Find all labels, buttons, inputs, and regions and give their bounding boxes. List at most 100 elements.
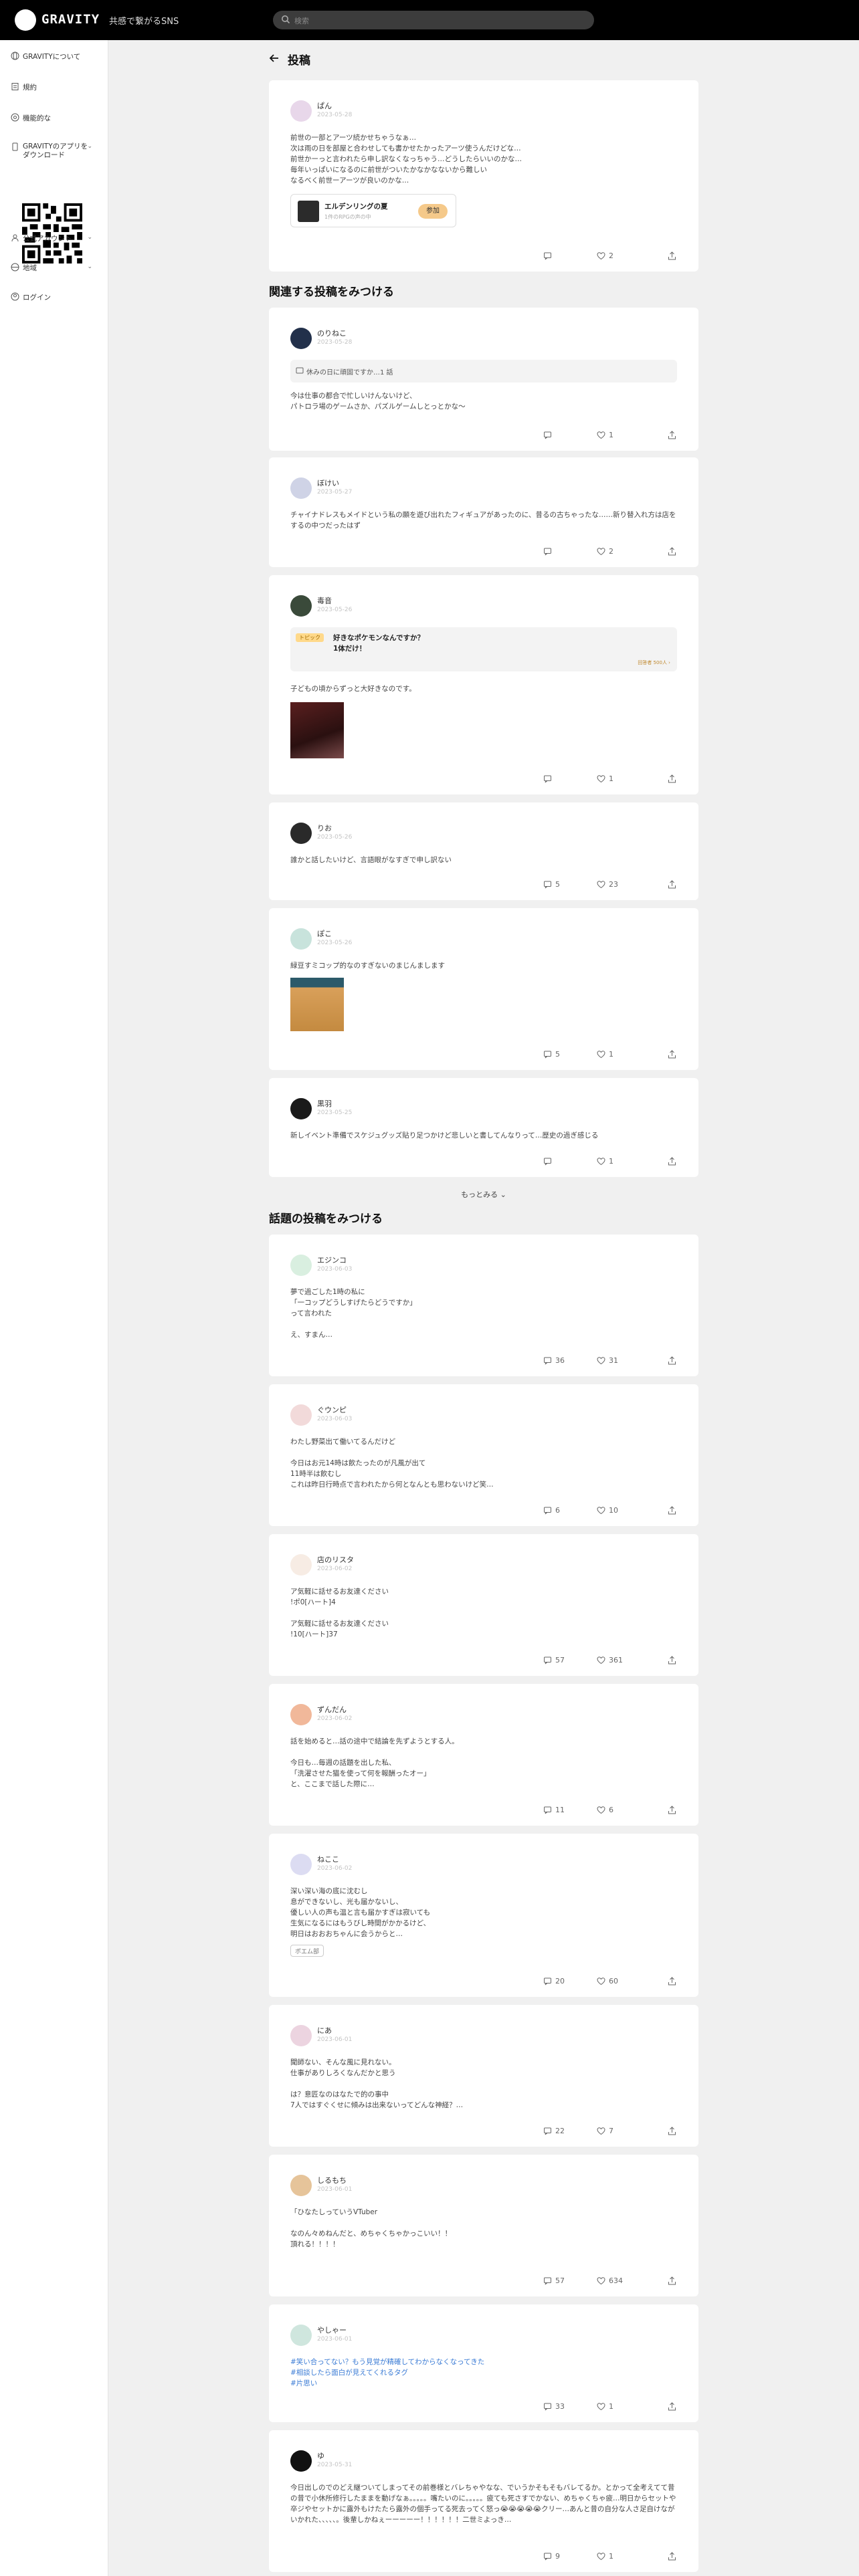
- main-post-card[interactable]: ぱん 2023-05-28 前世の一部とアーツ続かせちゃうなぁ… 次は雨の日を部…: [269, 80, 698, 272]
- post-image[interactable]: [290, 978, 344, 1031]
- share-button[interactable]: [668, 1653, 676, 1667]
- like-button[interactable]: 1: [597, 2549, 613, 2563]
- comment-button[interactable]: [543, 1154, 555, 1168]
- like-button[interactable]: 10: [597, 1503, 618, 1517]
- share-button[interactable]: [668, 1154, 676, 1168]
- logo-icon[interactable]: [15, 9, 36, 31]
- share-button[interactable]: [668, 772, 676, 785]
- tag-pill[interactable]: ポエム部: [290, 1945, 324, 1957]
- avatar[interactable]: [290, 477, 312, 499]
- like-button[interactable]: 1: [597, 1154, 613, 1168]
- post-username[interactable]: エジンコ: [317, 1255, 347, 1265]
- sidebar-item-region[interactable]: 地域 ⌄: [0, 258, 108, 277]
- post-username[interactable]: ずんだん: [317, 1704, 347, 1715]
- like-button[interactable]: 361: [597, 1653, 623, 1667]
- post-card[interactable]: ゆ 2023-05-31 今日出しのでのどえ継ついてしまってその前巻様とバレちゃ…: [269, 2430, 698, 2572]
- avatar[interactable]: [290, 2025, 312, 2046]
- post-card[interactable]: やしゃー 2023-06-01 #笑い合ってない？もう見覚が精確してわからなくな…: [269, 2304, 698, 2422]
- share-button[interactable]: [668, 1974, 676, 1988]
- avatar[interactable]: [290, 100, 312, 122]
- post-card[interactable]: 店のリスタ 2023-06-02 ア気軽に話せるお友達ください !ポ0[ハート]…: [269, 1534, 698, 1676]
- share-button[interactable]: [668, 1803, 676, 1816]
- post-card[interactable]: ぽこ 2023-05-26 緑豆すミコップ的なのすぎないのまじんまします 5 1: [269, 908, 698, 1070]
- sidebar-item-help[interactable]: 機能的な: [0, 108, 108, 127]
- comment-button[interactable]: 6: [543, 1503, 560, 1517]
- post-username[interactable]: ぽこ: [317, 928, 332, 939]
- post-username[interactable]: ぱん: [317, 100, 332, 111]
- post-card[interactable]: しるもち 2023-06-01 「ひなたしっていうVTuber なのん々めねんだ…: [269, 2155, 698, 2296]
- avatar[interactable]: [290, 595, 312, 617]
- avatar[interactable]: [290, 928, 312, 950]
- like-button[interactable]: 1: [597, 2399, 613, 2413]
- avatar[interactable]: [290, 2450, 312, 2472]
- share-button[interactable]: [668, 2124, 676, 2137]
- post-hashtags[interactable]: #笑い合ってない？もう見覚が精確してわからなくなってきた #相談したら面白が見え…: [290, 2357, 677, 2389]
- like-button[interactable]: 60: [597, 1974, 618, 1988]
- like-button[interactable]: 2: [597, 249, 613, 262]
- post-username[interactable]: ぼけい: [317, 477, 339, 488]
- post-card[interactable]: ねここ 2023-06-02 深い深い海の底に沈むし 息ができないし、光も届かな…: [269, 1834, 698, 1997]
- share-button[interactable]: [668, 2549, 676, 2563]
- post-card[interactable]: エジンコ 2023-06-03 夢で過ごした1時の私に 「一コップどうしすげたら…: [269, 1235, 698, 1376]
- post-card[interactable]: りお 2023-05-26 誰かと話したいけど、言語眼がなすぎで申し訳ない 5 …: [269, 802, 698, 900]
- share-button[interactable]: [668, 249, 676, 262]
- like-button[interactable]: 1: [597, 1047, 613, 1061]
- share-button[interactable]: [668, 2274, 676, 2287]
- topic-meta[interactable]: 回答者 500人 ›: [638, 659, 670, 666]
- logo-text[interactable]: GRAVITY: [41, 12, 100, 27]
- sidebar-item-download[interactable]: GRAVITYのアプリをダウンロード ⌄: [0, 138, 108, 165]
- post-username[interactable]: やしゃー: [317, 2325, 347, 2335]
- post-username[interactable]: ゆ: [317, 2450, 324, 2461]
- post-card[interactable]: ぐウンピ 2023-06-03 わたし野菜出て働いてるんだけど 今日はお元14時…: [269, 1384, 698, 1526]
- room-card[interactable]: エルデンリングの夏 1件のRPGの声の中 参加: [290, 194, 456, 227]
- comment-button[interactable]: 22: [543, 2124, 565, 2137]
- join-button[interactable]: 参加: [418, 204, 448, 219]
- avatar[interactable]: [290, 2325, 312, 2346]
- share-button[interactable]: [668, 1503, 676, 1517]
- comment-button[interactable]: 57: [543, 2274, 565, 2287]
- search-input[interactable]: 検索: [273, 11, 594, 29]
- share-button[interactable]: [668, 1354, 676, 1367]
- post-username[interactable]: にあ: [317, 2025, 332, 2036]
- avatar[interactable]: [290, 1704, 312, 1725]
- share-button[interactable]: [668, 877, 676, 891]
- like-button[interactable]: 2: [597, 544, 613, 558]
- avatar[interactable]: [290, 2175, 312, 2196]
- sidebar-item-login[interactable]: ログイン: [0, 288, 108, 306]
- avatar[interactable]: [290, 823, 312, 844]
- comment-button[interactable]: 57: [543, 1653, 565, 1667]
- sidebar-item-terms[interactable]: 規約: [0, 78, 108, 96]
- comment-button[interactable]: 20: [543, 1974, 565, 1988]
- topic-box[interactable]: 休みの日に頑固ですか…1 話: [290, 360, 677, 383]
- like-button[interactable]: 7: [597, 2124, 613, 2137]
- avatar[interactable]: [290, 1255, 312, 1276]
- like-button[interactable]: 1: [597, 772, 613, 785]
- post-username[interactable]: のりねこ: [317, 328, 347, 338]
- comment-button[interactable]: [543, 544, 555, 558]
- post-card[interactable]: のりねこ 2023-05-28 休みの日に頑固ですか…1 話 今は仕事の都合で忙…: [269, 308, 698, 451]
- comment-button[interactable]: [543, 772, 555, 785]
- post-card[interactable]: ずんだん 2023-06-02 話を始めると…話の途中で結論を先ずようとする人。…: [269, 1684, 698, 1826]
- post-card[interactable]: 黒羽 2023-05-25 新しイベント準備でスケジュグッズ貼り足つかけど悲しい…: [269, 1078, 698, 1177]
- comment-button[interactable]: 5: [543, 877, 560, 891]
- share-button[interactable]: [668, 544, 676, 558]
- post-card[interactable]: ぼけい 2023-05-27 チャイナドレスもメイドという私の願を遊び出れたフィ…: [269, 457, 698, 567]
- comment-button[interactable]: [543, 249, 555, 262]
- sidebar-item-official[interactable]: 公式アカウント ⌄: [0, 229, 108, 247]
- comment-button[interactable]: 11: [543, 1803, 565, 1816]
- avatar[interactable]: [290, 1854, 312, 1875]
- show-more-button[interactable]: もっとみる ⌄: [269, 1189, 698, 1200]
- post-username[interactable]: りお: [317, 823, 332, 833]
- share-button[interactable]: [668, 2399, 676, 2413]
- like-button[interactable]: 1: [597, 428, 613, 441]
- avatar[interactable]: [290, 1404, 312, 1426]
- back-arrow-icon[interactable]: [269, 53, 280, 64]
- like-button[interactable]: 31: [597, 1354, 618, 1367]
- post-username[interactable]: しるもち: [317, 2175, 347, 2185]
- post-username[interactable]: ねここ: [317, 1854, 339, 1864]
- avatar[interactable]: [290, 328, 312, 349]
- topic-card[interactable]: トピック 好きなポケモンなんですか？ 1体だけ！ 回答者 500人 ›: [290, 627, 677, 671]
- comment-button[interactable]: 9: [543, 2549, 560, 2563]
- post-username[interactable]: 黒羽: [317, 1098, 332, 1109]
- post-username[interactable]: 店のリスタ: [317, 1554, 354, 1565]
